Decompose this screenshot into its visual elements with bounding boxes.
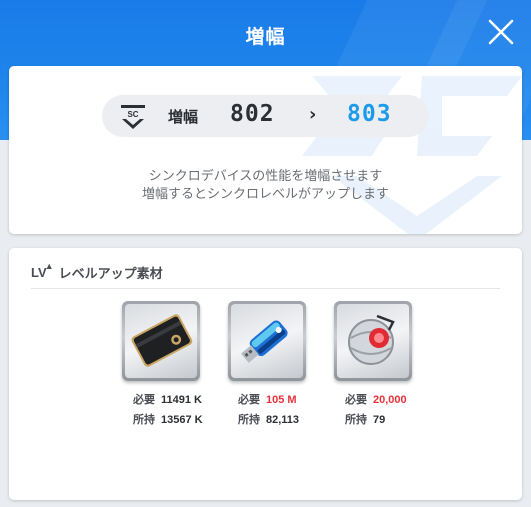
required-stat: 必要 105 M (238, 394, 297, 406)
owned-stat: 所持 13567 K (133, 414, 203, 426)
owned-stat: 所持 82,113 (238, 414, 300, 426)
material-item-card[interactable] (122, 301, 200, 381)
red-core-sphere-icon (348, 314, 395, 365)
close-button[interactable] (485, 16, 517, 48)
black-card-icon (131, 314, 193, 367)
required-stat: 必要 20,000 (345, 394, 407, 406)
level-card: SC 増幅 802 › 803 シンクロデバイスの性能を増幅させます 増幅すると… (9, 66, 522, 234)
description-line-1: シンクロデバイスの性能を増幅させます (148, 169, 383, 184)
page-title: 増幅 (245, 26, 286, 48)
sc-emblem-icon: SC (121, 105, 145, 129)
svg-text:SC: SC (127, 110, 138, 119)
next-level: 803 (347, 101, 392, 127)
chevron-right-icon: › (309, 104, 317, 125)
required-stat: 必要 11491 K (133, 394, 202, 406)
sc-watermark-icon (302, 76, 522, 234)
materials-card: LV ▲ レベルアップ素材 必要 11491 K 所持 13567 K 必要 1… (9, 248, 522, 500)
usb-drive-icon (241, 320, 288, 363)
material-item-usb[interactable] (228, 301, 306, 381)
close-icon (488, 19, 514, 45)
level-change-pill: SC 増幅 802 › 803 (102, 95, 429, 137)
lv-up-badge: LV ▲ (31, 260, 54, 280)
material-item-core[interactable] (334, 301, 412, 381)
up-arrow-icon: ▲ (44, 260, 54, 271)
current-level: 802 (230, 101, 275, 127)
level-label: 増幅 (168, 108, 199, 126)
divider (31, 288, 500, 289)
materials-header: LV ▲ レベルアップ素材 (31, 260, 163, 282)
description-line-2: 増幅するとシンクロレベルがアップします (141, 187, 389, 202)
owned-stat: 所持 79 (345, 414, 386, 426)
materials-title: レベルアップ素材 (58, 266, 163, 282)
